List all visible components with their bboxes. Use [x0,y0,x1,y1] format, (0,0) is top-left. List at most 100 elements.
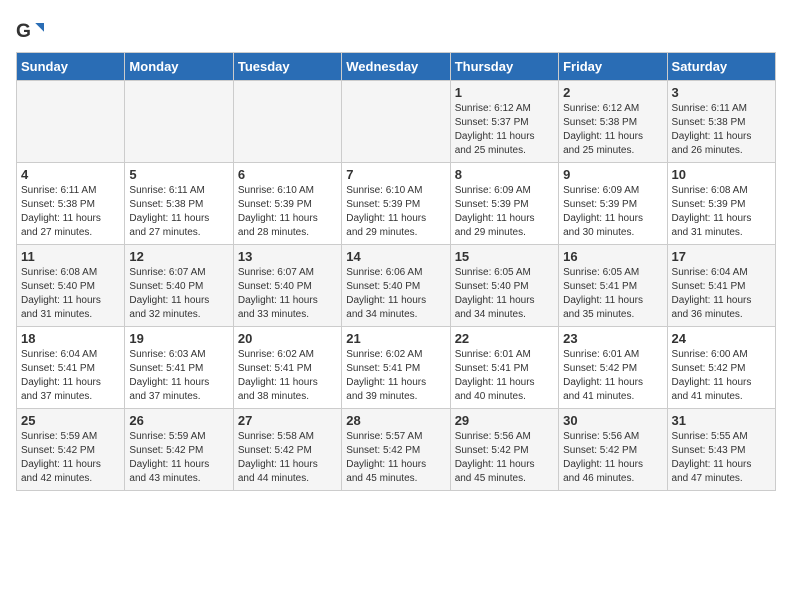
calendar-cell: 11 Sunrise: 6:08 AM Sunset: 5:40 PM Dayli… [17,245,125,327]
day-header-friday: Friday [559,53,667,81]
day-number: 18 [21,331,120,346]
day-number: 14 [346,249,445,264]
day-number: 22 [455,331,554,346]
day-number: 21 [346,331,445,346]
logo-icon: G [16,16,44,44]
calendar-cell: 17 Sunrise: 6:04 AM Sunset: 5:41 PM Dayli… [667,245,775,327]
day-number: 8 [455,167,554,182]
day-info: Sunrise: 5:59 AM Sunset: 5:42 PM Dayligh… [21,430,120,486]
day-info: Sunrise: 6:06 AM Sunset: 5:40 PM Dayligh… [346,266,445,322]
day-info: Sunrise: 6:01 AM Sunset: 5:42 PM Dayligh… [563,348,662,404]
day-number: 31 [672,413,771,428]
week-row-4: 18 Sunrise: 6:04 AM Sunset: 5:41 PM Dayli… [17,327,776,409]
day-info: Sunrise: 6:08 AM Sunset: 5:39 PM Dayligh… [672,184,771,240]
calendar-cell [233,81,341,163]
day-header-monday: Monday [125,53,233,81]
day-info: Sunrise: 6:12 AM Sunset: 5:38 PM Dayligh… [563,102,662,158]
day-number: 25 [21,413,120,428]
day-info: Sunrise: 5:58 AM Sunset: 5:42 PM Dayligh… [238,430,337,486]
day-number: 11 [21,249,120,264]
calendar-cell: 13 Sunrise: 6:07 AM Sunset: 5:40 PM Dayli… [233,245,341,327]
day-info: Sunrise: 6:10 AM Sunset: 5:39 PM Dayligh… [238,184,337,240]
calendar-cell: 4Sunrise: 6:11 AM Sunset: 5:38 PM Daylig… [17,163,125,245]
calendar-cell: 9 Sunrise: 6:09 AM Sunset: 5:39 PM Daylig… [559,163,667,245]
calendar-cell: 25 Sunrise: 5:59 AM Sunset: 5:42 PM Dayli… [17,409,125,491]
calendar-cell: 31 Sunrise: 5:55 AM Sunset: 5:43 PM Dayli… [667,409,775,491]
day-info: Sunrise: 6:00 AM Sunset: 5:42 PM Dayligh… [672,348,771,404]
calendar-cell: 3Sunrise: 6:11 AM Sunset: 5:38 PM Daylig… [667,81,775,163]
calendar-cell: 27 Sunrise: 5:58 AM Sunset: 5:42 PM Dayli… [233,409,341,491]
day-info: Sunrise: 6:04 AM Sunset: 5:41 PM Dayligh… [21,348,120,404]
calendar-cell: 20 Sunrise: 6:02 AM Sunset: 5:41 PM Dayli… [233,327,341,409]
day-info: Sunrise: 5:59 AM Sunset: 5:42 PM Dayligh… [129,430,228,486]
day-number: 17 [672,249,771,264]
day-info: Sunrise: 6:11 AM Sunset: 5:38 PM Dayligh… [21,184,120,240]
day-header-tuesday: Tuesday [233,53,341,81]
week-row-3: 11 Sunrise: 6:08 AM Sunset: 5:40 PM Dayli… [17,245,776,327]
day-number: 7 [346,167,445,182]
calendar-cell: 14 Sunrise: 6:06 AM Sunset: 5:40 PM Dayli… [342,245,450,327]
calendar-cell: 30 Sunrise: 5:56 AM Sunset: 5:42 PM Dayli… [559,409,667,491]
day-info: Sunrise: 5:56 AM Sunset: 5:42 PM Dayligh… [563,430,662,486]
calendar-cell: 6 Sunrise: 6:10 AM Sunset: 5:39 PM Daylig… [233,163,341,245]
calendar-cell: 22 Sunrise: 6:01 AM Sunset: 5:41 PM Dayli… [450,327,558,409]
day-number: 9 [563,167,662,182]
day-header-thursday: Thursday [450,53,558,81]
day-info: Sunrise: 6:01 AM Sunset: 5:41 PM Dayligh… [455,348,554,404]
calendar-cell [17,81,125,163]
day-number: 24 [672,331,771,346]
day-number: 1 [455,85,554,100]
calendar-cell: 23 Sunrise: 6:01 AM Sunset: 5:42 PM Dayli… [559,327,667,409]
day-info: Sunrise: 6:09 AM Sunset: 5:39 PM Dayligh… [563,184,662,240]
day-info: Sunrise: 6:07 AM Sunset: 5:40 PM Dayligh… [129,266,228,322]
day-info: Sunrise: 6:03 AM Sunset: 5:41 PM Dayligh… [129,348,228,404]
day-number: 20 [238,331,337,346]
logo: G [16,16,48,44]
calendar-table: SundayMondayTuesdayWednesdayThursdayFrid… [16,52,776,491]
day-number: 2 [563,85,662,100]
day-info: Sunrise: 6:10 AM Sunset: 5:39 PM Dayligh… [346,184,445,240]
day-info: Sunrise: 6:11 AM Sunset: 5:38 PM Dayligh… [672,102,771,158]
day-header-saturday: Saturday [667,53,775,81]
calendar-cell: 19 Sunrise: 6:03 AM Sunset: 5:41 PM Dayli… [125,327,233,409]
calendar-cell: 28Sunrise: 5:57 AM Sunset: 5:42 PM Dayli… [342,409,450,491]
day-header-sunday: Sunday [17,53,125,81]
day-header-wednesday: Wednesday [342,53,450,81]
day-info: Sunrise: 6:04 AM Sunset: 5:41 PM Dayligh… [672,266,771,322]
day-number: 23 [563,331,662,346]
day-number: 26 [129,413,228,428]
day-number: 19 [129,331,228,346]
svg-text:G: G [16,21,31,42]
calendar-cell: 5Sunrise: 6:11 AM Sunset: 5:38 PM Daylig… [125,163,233,245]
day-number: 13 [238,249,337,264]
calendar-cell: 2 Sunrise: 6:12 AM Sunset: 5:38 PM Daylig… [559,81,667,163]
calendar-cell: 12 Sunrise: 6:07 AM Sunset: 5:40 PM Dayli… [125,245,233,327]
day-info: Sunrise: 6:02 AM Sunset: 5:41 PM Dayligh… [346,348,445,404]
day-number: 27 [238,413,337,428]
calendar-cell: 26 Sunrise: 5:59 AM Sunset: 5:42 PM Dayli… [125,409,233,491]
calendar-cell: 7 Sunrise: 6:10 AM Sunset: 5:39 PM Daylig… [342,163,450,245]
day-number: 16 [563,249,662,264]
day-number: 12 [129,249,228,264]
day-info: Sunrise: 6:07 AM Sunset: 5:40 PM Dayligh… [238,266,337,322]
day-info: Sunrise: 5:56 AM Sunset: 5:42 PM Dayligh… [455,430,554,486]
day-info: Sunrise: 5:55 AM Sunset: 5:43 PM Dayligh… [672,430,771,486]
day-number: 6 [238,167,337,182]
calendar-cell [125,81,233,163]
calendar-cell: 21 Sunrise: 6:02 AM Sunset: 5:41 PM Dayli… [342,327,450,409]
day-number: 10 [672,167,771,182]
day-info: Sunrise: 6:05 AM Sunset: 5:41 PM Dayligh… [563,266,662,322]
day-info: Sunrise: 6:05 AM Sunset: 5:40 PM Dayligh… [455,266,554,322]
day-info: Sunrise: 6:11 AM Sunset: 5:38 PM Dayligh… [129,184,228,240]
day-info: Sunrise: 6:02 AM Sunset: 5:41 PM Dayligh… [238,348,337,404]
day-number: 28 [346,413,445,428]
day-info: Sunrise: 6:08 AM Sunset: 5:40 PM Dayligh… [21,266,120,322]
week-row-5: 25 Sunrise: 5:59 AM Sunset: 5:42 PM Dayli… [17,409,776,491]
calendar-cell: 10 Sunrise: 6:08 AM Sunset: 5:39 PM Dayli… [667,163,775,245]
week-row-2: 4Sunrise: 6:11 AM Sunset: 5:38 PM Daylig… [17,163,776,245]
day-number: 29 [455,413,554,428]
day-number: 15 [455,249,554,264]
calendar-cell: 8Sunrise: 6:09 AM Sunset: 5:39 PM Daylig… [450,163,558,245]
header: G [16,16,776,44]
day-number: 30 [563,413,662,428]
